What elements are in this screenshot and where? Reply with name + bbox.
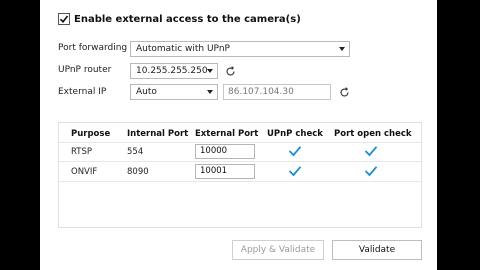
apply-validate-button[interactable]: Apply & Validate — [232, 240, 324, 260]
column-header-upnp-check: UPnP check — [267, 129, 323, 139]
upnp-check-ok-icon — [288, 166, 302, 177]
upnp-check-ok-icon — [288, 146, 302, 157]
chevron-down-icon — [207, 90, 213, 94]
validate-button[interactable]: Validate — [332, 240, 422, 260]
refresh-icon[interactable] — [339, 87, 350, 98]
camera-external-access-dialog: Enable external access to the camera(s) … — [40, 0, 437, 270]
external-ip-mode-select[interactable]: Auto — [130, 84, 218, 100]
external-ip-label: External IP — [58, 87, 107, 97]
external-port-input[interactable]: 10001 — [195, 164, 255, 179]
external-access-checkbox[interactable] — [58, 13, 70, 25]
port-open-check-ok-icon — [364, 146, 378, 157]
upnp-router-label: UPnP router — [58, 65, 112, 75]
chevron-down-icon — [339, 47, 345, 51]
row-divider — [59, 181, 421, 182]
port-forwarding-value: Automatic with UPnP — [136, 44, 230, 54]
upnp-router-value: 10.255.255.250 — [136, 66, 208, 76]
port-forwarding-select[interactable]: Automatic with UPnP — [130, 41, 350, 57]
column-header-internal-port: Internal Port — [127, 129, 189, 139]
refresh-icon[interactable] — [225, 66, 236, 77]
ports-table: Purpose Internal Port External Port UPnP… — [58, 122, 422, 228]
column-header-port-open-check: Port open check — [334, 129, 412, 139]
row-internal-port: 554 — [127, 147, 144, 157]
column-header-external-port: External Port — [195, 129, 259, 139]
external-ip-mode-value: Auto — [136, 87, 157, 97]
external-port-input[interactable]: 10000 — [195, 144, 255, 159]
external-port-value: 10001 — [200, 166, 228, 176]
port-forwarding-label: Port forwarding — [58, 43, 128, 53]
port-open-check-ok-icon — [364, 166, 378, 177]
row-internal-port: 8090 — [127, 167, 149, 177]
header-divider — [59, 142, 421, 143]
column-header-purpose: Purpose — [71, 129, 111, 139]
row-purpose: RTSP — [71, 147, 93, 157]
row-divider — [59, 161, 421, 162]
checkmark-icon — [59, 15, 69, 24]
external-access-row[interactable]: Enable external access to the camera(s) — [58, 13, 301, 25]
external-port-value: 10000 — [200, 146, 228, 156]
external-ip-input[interactable]: 86.107.104.30 — [223, 84, 331, 100]
external-access-label: Enable external access to the camera(s) — [74, 13, 301, 25]
external-ip-value: 86.107.104.30 — [228, 87, 294, 97]
row-purpose: ONVIF — [71, 167, 98, 177]
upnp-router-select[interactable]: 10.255.255.250 — [130, 63, 218, 79]
chevron-down-icon — [207, 69, 213, 73]
